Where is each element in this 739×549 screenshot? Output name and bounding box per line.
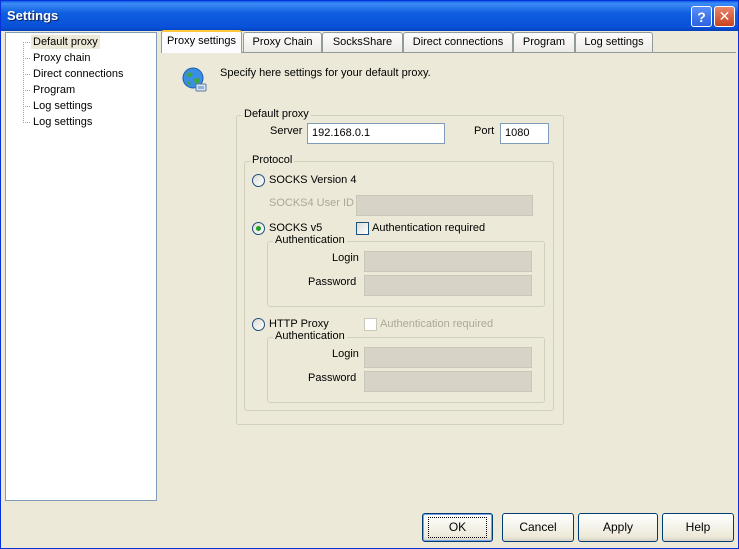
http-auth-required-checkbox[interactable] <box>364 318 377 331</box>
port-label: Port <box>474 125 495 137</box>
ok-button[interactable]: OK <box>422 513 493 542</box>
socks5-auth-required-checkbox[interactable] <box>356 222 369 235</box>
help-button[interactable]: Help <box>662 513 734 542</box>
tree-item-program[interactable]: Program <box>31 83 77 97</box>
close-icon[interactable]: ✕ <box>714 6 735 27</box>
socks4-user-id-label: SOCKS4 User ID <box>269 197 354 209</box>
http-auth-group-label: Authentication <box>273 330 347 342</box>
tree-connector <box>23 74 30 75</box>
apply-button[interactable]: Apply <box>578 513 658 542</box>
socks4-user-id-input[interactable] <box>356 195 533 216</box>
protocol-group-label: Protocol <box>250 154 295 166</box>
tab-proxy-settings[interactable]: Proxy settings <box>161 30 242 53</box>
tree-connector <box>23 122 30 123</box>
tab-program[interactable]: Program <box>513 32 575 52</box>
http-password-label: Password <box>308 372 357 384</box>
http-login-label: Login <box>332 348 359 360</box>
help-icon[interactable]: ? <box>691 6 712 27</box>
socks4-radio[interactable] <box>252 174 265 187</box>
tree-item-proxy-chain[interactable]: Proxy chain <box>31 51 92 65</box>
socks5-login-input[interactable] <box>364 251 532 272</box>
socks5-radio[interactable] <box>252 222 265 235</box>
http-login-input[interactable] <box>364 347 532 368</box>
tree-item-direct-connections[interactable]: Direct connections <box>31 67 126 81</box>
http-proxy-radio[interactable] <box>252 318 265 331</box>
default-proxy-group-label: Default proxy <box>242 108 311 120</box>
http-auth-required-label: Authentication required <box>380 318 494 330</box>
settings-window: Settings ? ✕ Default proxy Proxy chain D… <box>0 0 739 549</box>
socks5-login-label: Login <box>332 252 359 264</box>
socks5-label[interactable]: SOCKS v5 <box>269 222 322 234</box>
server-input[interactable]: 192.168.0.1 <box>307 123 445 144</box>
title-bar[interactable]: Settings ? ✕ <box>1 1 738 31</box>
tree-item-default-proxy[interactable]: Default proxy <box>31 35 100 49</box>
settings-tree[interactable]: Default proxy Proxy chain Direct connect… <box>5 32 157 501</box>
socks5-password-input[interactable] <box>364 275 532 296</box>
globe-network-icon <box>182 67 207 92</box>
socks4-label[interactable]: SOCKS Version 4 <box>269 174 356 186</box>
tab-direct-connections[interactable]: Direct connections <box>403 32 513 52</box>
tree-connector <box>23 58 30 59</box>
window-title: Settings <box>7 8 59 23</box>
http-proxy-label[interactable]: HTTP Proxy <box>269 318 329 330</box>
tree-item-log-settings-2[interactable]: Log settings <box>31 115 94 129</box>
socks5-password-label: Password <box>308 276 357 288</box>
tab-log-settings[interactable]: Log settings <box>575 32 653 52</box>
port-input[interactable]: 1080 <box>500 123 549 144</box>
socks5-auth-group-label: Authentication <box>273 234 347 246</box>
cancel-button[interactable]: Cancel <box>502 513 574 542</box>
ok-button-label: OK <box>427 517 488 538</box>
tab-proxy-chain[interactable]: Proxy Chain <box>243 32 322 52</box>
server-label: Server <box>270 125 303 137</box>
tree-item-log-settings[interactable]: Log settings <box>31 99 94 113</box>
tree-connector <box>23 106 30 107</box>
socks5-auth-required-label[interactable]: Authentication required <box>372 222 485 234</box>
tree-connector <box>23 42 24 123</box>
tree-connector <box>23 90 30 91</box>
intro-text: Specify here settings for your default p… <box>220 67 431 79</box>
tree-connector <box>23 42 30 43</box>
tab-socksshare[interactable]: SocksShare <box>322 32 403 52</box>
http-password-input[interactable] <box>364 371 532 392</box>
